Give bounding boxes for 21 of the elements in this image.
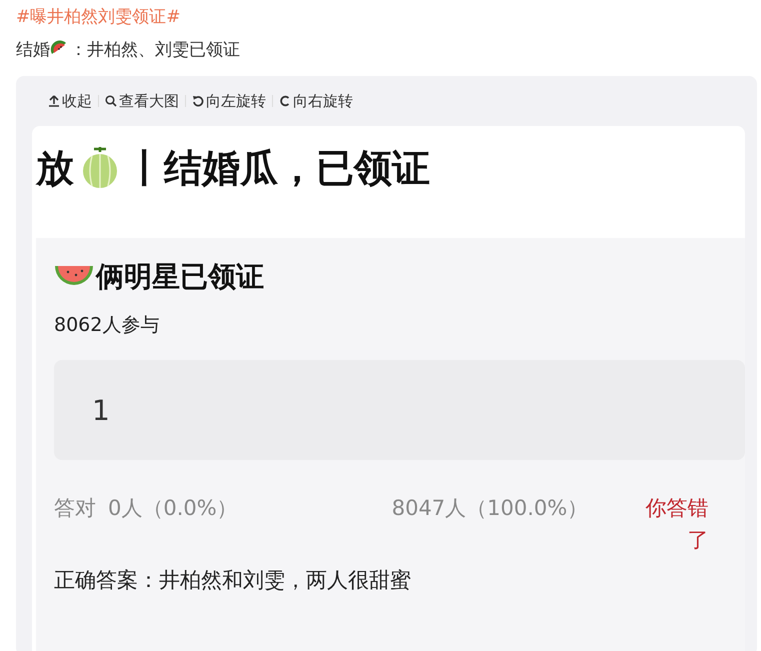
article-title: 丨结婚瓜，已领证 <box>126 144 430 192</box>
correct-label: 答对 <box>54 495 96 522</box>
participant-count: 8062人参与 <box>54 313 160 338</box>
toolbar-button[interactable]: 收起 <box>42 92 98 110</box>
rotate-left-icon <box>192 95 204 107</box>
toolbar-button[interactable]: 查看大图 <box>99 92 185 110</box>
quiz-title: 俩明星已领证 <box>96 259 264 295</box>
toolbar-button[interactable]: 向左旋转 <box>186 92 272 110</box>
rotate-right-icon <box>279 95 291 107</box>
answer-option[interactable]: 1 <box>54 360 745 460</box>
search-icon <box>105 95 117 107</box>
post-text: 结婚 <box>16 38 50 60</box>
post-text: ：井柏然、刘雯已领证 <box>70 38 240 60</box>
upload-arrow-icon <box>48 95 60 107</box>
melon-icon <box>80 146 120 190</box>
wrong-count: 8047人（100.0%） <box>392 495 588 522</box>
result-text: 你答错了 <box>644 495 708 554</box>
article-title: 放 <box>36 144 74 192</box>
correct-count: 0人（0.0%） <box>108 495 238 522</box>
toolbar-button[interactable]: 向右旋转 <box>273 92 359 110</box>
correct-answer: 正确答案：井柏然和刘雯，两人很甜蜜 <box>54 567 412 594</box>
